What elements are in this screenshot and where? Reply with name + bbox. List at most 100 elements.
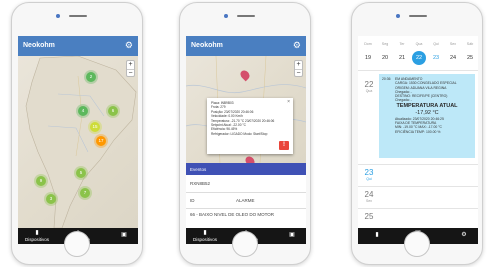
front-camera [396,14,400,18]
app-bar: Neokohm ⚙ [18,36,138,56]
cluster-marker[interactable]: 15 [90,122,100,132]
weekday-name: Dom [364,42,372,46]
divider [358,186,478,187]
speaker-grille [237,15,255,17]
day-weekday: Sex [365,199,373,203]
app-title: Neokohm [23,42,55,49]
calendar-icon: ▣ [121,232,127,238]
cluster-marker[interactable]: 3 [46,194,56,204]
event-card[interactable]: 20:36 EM ANDAMENTO CARGA: 1530 CONGELADO… [379,74,475,158]
divider [358,208,478,209]
zoom-in-button[interactable]: + [127,61,134,69]
agenda-day-current[interactable]: 23 Qui [362,168,376,181]
week-day[interactable]: 23 [429,51,443,65]
events-header-label: Eventos [190,167,207,172]
app-title: Neokohm [191,42,223,49]
current-temperature-value: -17,92 °C [415,109,439,116]
nav-calendar[interactable]: ▣ [284,232,300,239]
speaker-grille [409,15,427,17]
divider [186,208,306,209]
cluster-marker[interactable]: 2 [86,72,96,82]
south-america-map [25,56,137,228]
home-button[interactable] [232,231,258,257]
app-bar: Neokohm ⚙ [186,36,306,56]
gear-icon: ⚙ [461,232,467,238]
calendar-icon: ▣ [289,232,295,238]
vehicle-info-popup: × Placa: INB9B03 Frota: 279 Posição: 23/… [207,98,293,154]
cluster-marker[interactable]: 9 [36,176,46,186]
day-weekday: Qua [365,89,373,93]
cluster-marker[interactable]: 4 [78,106,88,116]
agenda-day: 22 Qua [362,80,376,93]
front-camera [224,14,228,18]
weekday-name: Seg [381,42,389,46]
screen: Neokohm ⚙ + − × Placa: INB9B03 Frota: 27… [186,36,306,244]
nav-calendar[interactable]: ▣ [116,232,132,239]
week-day-selected[interactable]: 22 [412,51,426,65]
nav-devices-label: Dispositivos [192,237,217,242]
day-number: 22 [364,80,374,89]
weekday-name: Ter [399,42,405,46]
zoom-control[interactable]: + − [294,60,303,77]
day-number: 24 [364,190,374,199]
table-header: ID ALARME [190,198,302,203]
device-icon: ▮ [35,230,39,236]
phone-vehicle-detail: Neokohm ⚙ + − × Placa: INB9B03 Frota: 27… [179,2,311,265]
phone-map-overview: Neokohm ⚙ + − 2 4 6 9 15 17 3 7 5 ▮ Dispositivos… [11,2,143,265]
screen: Neokohm ⚙ + − 2 4 6 9 15 17 3 7 5 ▮ Dispositivos… [18,36,138,244]
agenda-day[interactable]: 24 Sex [362,190,376,203]
weekday-name: Sáb [466,42,474,46]
events-header[interactable]: Eventos [186,163,306,175]
weekday-name: Qui [433,42,439,46]
warning-icon[interactable]: ! [279,141,289,150]
zoom-control[interactable]: + − [126,60,135,77]
column-id: ID [190,198,195,203]
nav-devices[interactable]: ▮ Dispositivos [24,230,50,242]
front-camera [56,14,60,18]
zoom-out-button[interactable]: − [127,69,134,77]
nav-devices[interactable]: ▮ [370,232,384,239]
day-number: 23 [364,168,374,177]
agenda-list: 22 Qua 20:36 EM ANDAMENTO CARGA: 1530 CO… [358,68,478,228]
table-row[interactable]: 66 - BAIXO NIVEL DE OLEO DO MOTOR [190,212,302,217]
home-button[interactable] [64,231,90,257]
cluster-marker[interactable]: 17 [96,136,106,146]
event-footer-line: EFICIÊNCIA TEMP: 100.00 % [395,129,441,134]
agenda-day[interactable]: 25 [362,212,376,221]
cluster-marker[interactable]: 7 [80,188,90,198]
zoom-in-button[interactable]: + [295,61,302,69]
cluster-marker[interactable]: 5 [76,168,86,178]
device-icon: ▮ [203,230,207,236]
weekday-name: Qua [415,42,423,46]
week-day[interactable]: 25 [463,51,477,65]
device-icon: ▮ [375,232,379,238]
cluster-marker[interactable]: 6 [108,106,118,116]
week-day[interactable]: 20 [378,51,392,65]
week-day[interactable]: 24 [446,51,460,65]
phone-agenda: Dom Seg Ter Qua Qui Sex Sáb 19 20 21 22 … [351,2,483,265]
current-temperature-title: TEMPERATURA ATUAL [396,102,458,109]
day-weekday: Qui [366,177,372,181]
zoom-out-button[interactable]: − [295,69,302,77]
nav-devices-label: Dispositivos [24,237,49,242]
divider [358,164,478,165]
day-number: 25 [364,212,374,221]
divider [358,70,478,71]
events-panel: RXN8B52 ID ALARME 66 - BAIXO NIVEL DE OL… [186,175,306,228]
gear-icon[interactable]: ⚙ [125,40,133,51]
weekday-name: Sex [449,42,457,46]
home-button[interactable] [404,231,430,257]
nav-devices[interactable]: ▮ Dispositivos [192,230,218,242]
screen: Dom Seg Ter Qua Qui Sex Sáb 19 20 21 22 … [358,36,478,244]
gear-icon[interactable]: ⚙ [293,40,301,51]
column-alarm: ALARME [236,198,255,203]
week-day[interactable]: 19 [361,51,375,65]
week-day[interactable]: 21 [395,51,409,65]
close-icon[interactable]: × [287,99,290,105]
popup-line: Refrigerador: LIGADO Modo: Start/Stop [211,131,268,136]
divider [186,192,306,193]
nav-settings[interactable]: ⚙ [456,232,472,239]
vehicle-plate: RXN8B52 [190,181,211,186]
map-view[interactable]: + − 2 4 6 9 15 17 3 7 5 [18,56,138,228]
event-time: 20:36 [382,77,391,81]
